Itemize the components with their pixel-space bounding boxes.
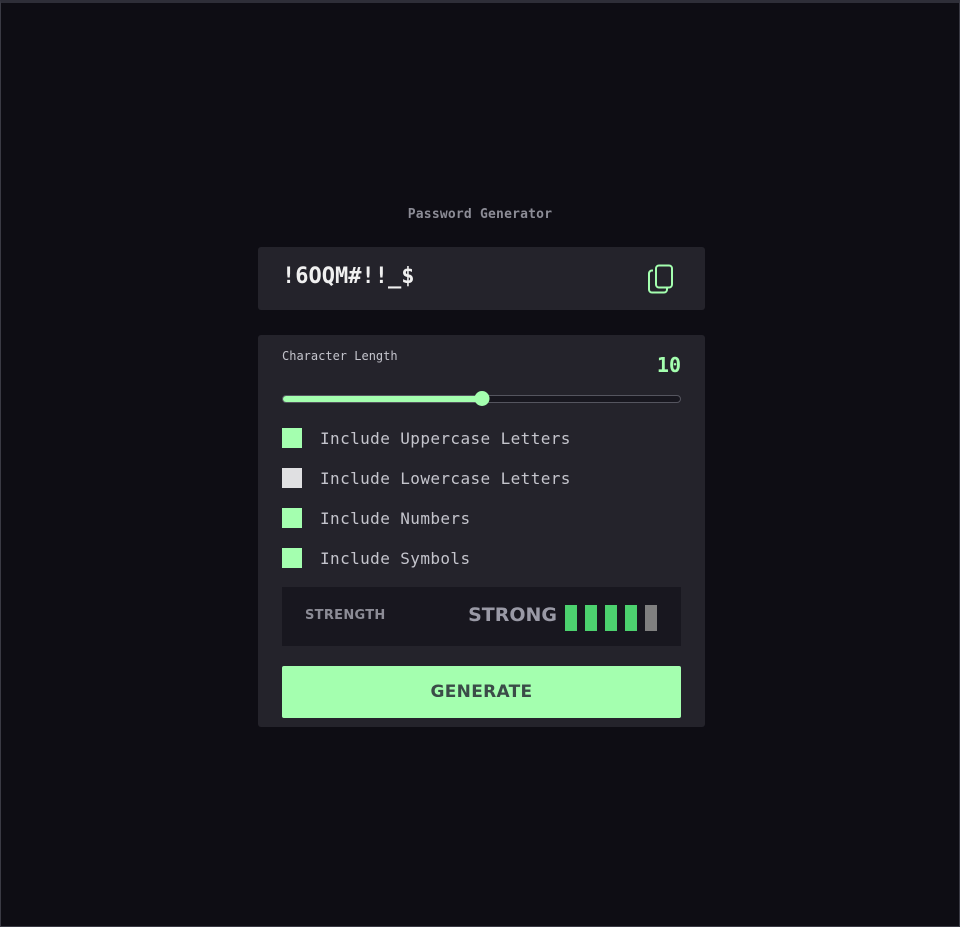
settings-panel: Character Length 10 Include Uppercase Le… (258, 335, 705, 727)
password-value[interactable]: !6OQM#!!_$ (282, 264, 414, 289)
strength-bar (585, 605, 597, 631)
strength-value: STRONG (468, 604, 557, 626)
strength-bar (565, 605, 577, 631)
strength-bars (565, 605, 657, 631)
option-uppercase-label: Include Uppercase Letters (320, 428, 571, 448)
strength-meter: STRENGTH STRONG (282, 587, 681, 646)
checkbox-symbols[interactable] (282, 548, 302, 568)
password-display: !6OQM#!!_$ (258, 247, 705, 310)
character-length-value: 10 (656, 353, 681, 377)
copy-icon[interactable] (647, 264, 675, 294)
option-symbols-label: Include Symbols (320, 548, 471, 568)
option-numbers[interactable]: Include Numbers (282, 507, 471, 529)
checkbox-uppercase[interactable] (282, 428, 302, 448)
option-numbers-label: Include Numbers (320, 508, 471, 528)
option-lowercase[interactable]: Include Lowercase Letters (282, 467, 571, 489)
option-lowercase-label: Include Lowercase Letters (320, 468, 571, 488)
generate-button[interactable]: GENERATE (282, 666, 681, 718)
length-slider-fill (283, 396, 482, 402)
checkbox-lowercase[interactable] (282, 468, 302, 488)
option-uppercase[interactable]: Include Uppercase Letters (282, 427, 571, 449)
strength-bar (605, 605, 617, 631)
app-title: Password Generator (407, 207, 553, 222)
strength-bar (645, 605, 657, 631)
character-length-label: Character Length (282, 349, 398, 363)
checkbox-numbers[interactable] (282, 508, 302, 528)
strength-bar (625, 605, 637, 631)
strength-label: STRENGTH (305, 608, 386, 623)
length-slider[interactable] (282, 391, 681, 406)
option-symbols[interactable]: Include Symbols (282, 547, 471, 569)
length-slider-thumb[interactable] (474, 391, 489, 406)
